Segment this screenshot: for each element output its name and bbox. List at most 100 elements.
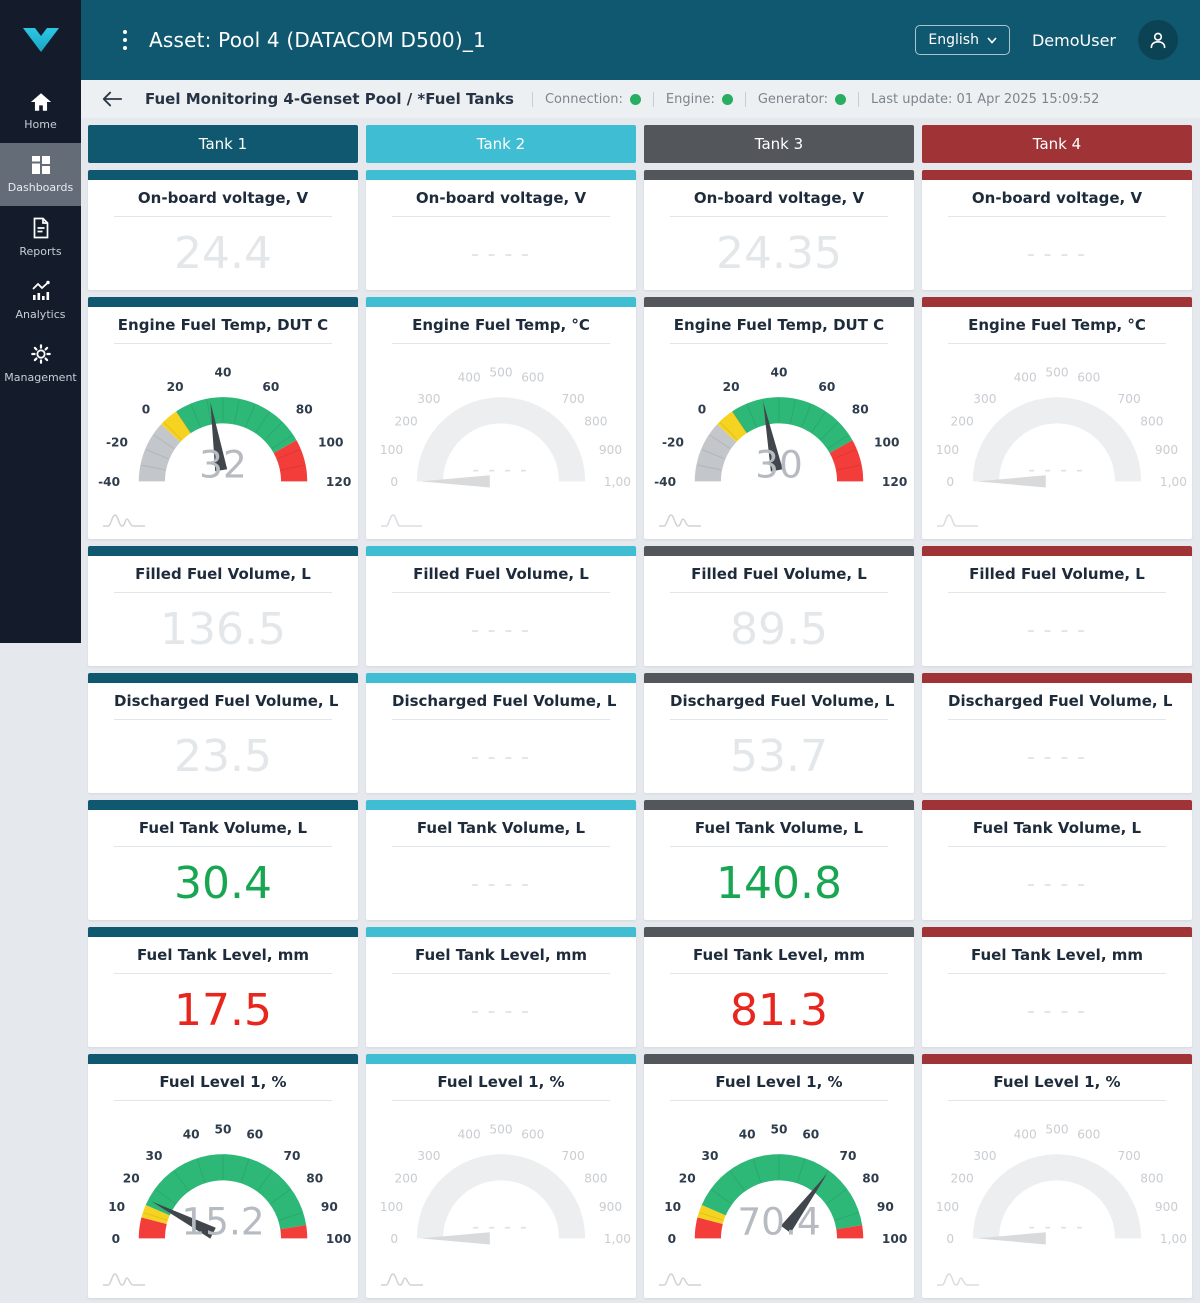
trend-sparkline-icon[interactable] xyxy=(380,1270,424,1288)
svg-text:400: 400 xyxy=(458,371,481,385)
svg-text:70: 70 xyxy=(284,1149,301,1163)
tank-level-card[interactable]: Fuel Tank Level, mm 81.3 xyxy=(644,927,914,1047)
card-title: Filled Fuel Volume, L xyxy=(948,565,1166,593)
tank-header: Tank 3 xyxy=(644,125,914,163)
card-title: Discharged Fuel Volume, L xyxy=(392,692,616,720)
svg-text:400: 400 xyxy=(458,1128,481,1142)
voltage-card[interactable]: On-board voltage, V – – – – xyxy=(366,170,636,290)
svg-text:600: 600 xyxy=(1077,1128,1100,1142)
dashboard-main: Tank 1 On-board voltage, V 24.4 Engine F… xyxy=(81,118,1200,1303)
metric-value: – – – – xyxy=(1027,244,1087,263)
svg-text:900: 900 xyxy=(599,1200,622,1214)
sidebar-item-label: Dashboards xyxy=(7,181,74,194)
svg-text:40: 40 xyxy=(771,366,788,380)
brand-logo[interactable] xyxy=(0,0,81,80)
trend-sparkline-icon[interactable] xyxy=(936,1270,980,1288)
sidebar-item-reports[interactable]: Reports xyxy=(0,206,81,269)
svg-text:100: 100 xyxy=(936,1200,959,1214)
user-avatar[interactable] xyxy=(1138,20,1178,60)
trend-sparkline-icon[interactable] xyxy=(658,511,702,529)
svg-text:80: 80 xyxy=(852,402,869,416)
card-title: Fuel Level 1, % xyxy=(670,1073,888,1101)
card-accent xyxy=(922,673,1192,683)
svg-text:800: 800 xyxy=(1140,1172,1163,1186)
filled-volume-card[interactable]: Filled Fuel Volume, L 136.5 xyxy=(88,546,358,666)
svg-text:300: 300 xyxy=(417,392,440,406)
metric-value: 24.4 xyxy=(174,228,272,279)
tank-header: Tank 1 xyxy=(88,125,358,163)
tank-volume-card[interactable]: Fuel Tank Volume, L 140.8 xyxy=(644,800,914,920)
trend-sparkline-icon[interactable] xyxy=(380,511,424,529)
card-accent xyxy=(88,546,358,556)
discharged-volume-card[interactable]: Discharged Fuel Volume, L – – – – xyxy=(366,673,636,793)
app-header: Asset: Pool 4 (DATACOM D500)_1 English D… xyxy=(81,0,1200,80)
sidebar-item-home[interactable]: Home xyxy=(0,80,81,143)
temp-gauge-card[interactable]: Engine Fuel Temp, DUT C -40 -20 0 20 40 60 80 1… xyxy=(88,297,358,539)
tank-level-card[interactable]: Fuel Tank Level, mm 17.5 xyxy=(88,927,358,1047)
card-title: Fuel Tank Level, mm xyxy=(670,946,888,974)
fuel-level-gauge-card[interactable]: Fuel Level 1, % 0 10 20 30 40 50 60 70 80 90 100 70… xyxy=(644,1054,914,1298)
card-accent xyxy=(88,1054,358,1064)
trend-sparkline-icon[interactable] xyxy=(936,511,980,529)
filled-volume-card[interactable]: Filled Fuel Volume, L – – – – xyxy=(366,546,636,666)
card-title: Filled Fuel Volume, L xyxy=(392,565,610,593)
fuel-level-gauge-card[interactable]: Fuel Level 1, % 0 100 200 300 400 500 600 700 80… xyxy=(922,1054,1192,1298)
temp-gauge-card[interactable]: Engine Fuel Temp, °C 0 100 200 300 400 500 600… xyxy=(366,297,636,539)
card-title: Fuel Tank Volume, L xyxy=(670,819,888,847)
filled-volume-card[interactable]: Filled Fuel Volume, L 89.5 xyxy=(644,546,914,666)
svg-text:– – – –: – – – – xyxy=(1029,1220,1086,1234)
discharged-volume-card[interactable]: Discharged Fuel Volume, L 23.5 xyxy=(88,673,358,793)
back-arrow-icon xyxy=(102,91,123,107)
svg-text:300: 300 xyxy=(417,1149,440,1163)
trend-sparkline-icon[interactable] xyxy=(102,511,146,529)
card-title: Filled Fuel Volume, L xyxy=(670,565,888,593)
voltage-card[interactable]: On-board voltage, V – – – – xyxy=(922,170,1192,290)
username-label: DemoUser xyxy=(1031,30,1116,50)
voltage-card[interactable]: On-board voltage, V 24.35 xyxy=(644,170,914,290)
card-title: Fuel Level 1, % xyxy=(392,1073,610,1101)
svg-text:700: 700 xyxy=(1118,1149,1141,1163)
svg-text:60: 60 xyxy=(818,380,835,394)
trend-sparkline-icon[interactable] xyxy=(658,1270,702,1288)
svg-text:900: 900 xyxy=(1155,443,1178,457)
svg-text:100: 100 xyxy=(936,443,959,457)
card-accent xyxy=(366,546,636,556)
svg-text:500: 500 xyxy=(489,366,512,380)
temp-gauge-card[interactable]: Engine Fuel Temp, °C 0 100 200 300 400 500 600… xyxy=(922,297,1192,539)
sidebar-item-management[interactable]: Management xyxy=(0,332,81,395)
trend-sparkline-icon[interactable] xyxy=(102,1270,146,1288)
language-selector[interactable]: English xyxy=(915,25,1010,55)
svg-text:40: 40 xyxy=(215,366,232,380)
tank-level-card[interactable]: Fuel Tank Level, mm – – – – xyxy=(366,927,636,1047)
home-icon xyxy=(30,92,52,112)
tank-volume-card[interactable]: Fuel Tank Volume, L 30.4 xyxy=(88,800,358,920)
fuel-level-gauge-card[interactable]: Fuel Level 1, % 0 100 200 300 400 500 600 700 80… xyxy=(366,1054,636,1298)
tank-volume-card[interactable]: Fuel Tank Volume, L – – – – xyxy=(366,800,636,920)
card-accent xyxy=(366,170,636,180)
sidebar-item-analytics[interactable]: Analytics xyxy=(0,269,81,332)
voltage-card[interactable]: On-board voltage, V 24.4 xyxy=(88,170,358,290)
svg-text:20: 20 xyxy=(723,380,740,394)
tank-level-card[interactable]: Fuel Tank Level, mm – – – – xyxy=(922,927,1192,1047)
kebab-menu-icon[interactable] xyxy=(123,30,127,50)
language-value: English xyxy=(928,32,979,48)
back-button[interactable] xyxy=(101,90,123,108)
fuel-level-gauge: 0 10 20 30 40 50 60 70 80 90 100 15.2 xyxy=(92,1113,354,1253)
fuel-level-gauge-card[interactable]: Fuel Level 1, % 0 10 20 30 40 50 60 70 80 90 100 15… xyxy=(88,1054,358,1298)
sidebar-item-dashboards[interactable]: Dashboards xyxy=(0,143,81,206)
svg-text:0: 0 xyxy=(142,402,150,416)
svg-text:60: 60 xyxy=(262,380,279,394)
card-accent xyxy=(922,927,1192,937)
svg-text:700: 700 xyxy=(562,392,585,406)
filled-volume-card[interactable]: Filled Fuel Volume, L – – – – xyxy=(922,546,1192,666)
svg-text:60: 60 xyxy=(802,1128,819,1142)
card-title: Fuel Tank Volume, L xyxy=(114,819,332,847)
svg-text:-40: -40 xyxy=(98,475,120,489)
tank-volume-card[interactable]: Fuel Tank Volume, L – – – – xyxy=(922,800,1192,920)
separator xyxy=(531,91,533,107)
discharged-volume-card[interactable]: Discharged Fuel Volume, L 53.7 xyxy=(644,673,914,793)
discharged-volume-card[interactable]: Discharged Fuel Volume, L – – – – xyxy=(922,673,1192,793)
dashboard-grid-icon xyxy=(31,155,51,175)
document-icon xyxy=(31,217,51,239)
temp-gauge-card[interactable]: Engine Fuel Temp, DUT C -40 -20 0 20 40 60 80 1… xyxy=(644,297,914,539)
